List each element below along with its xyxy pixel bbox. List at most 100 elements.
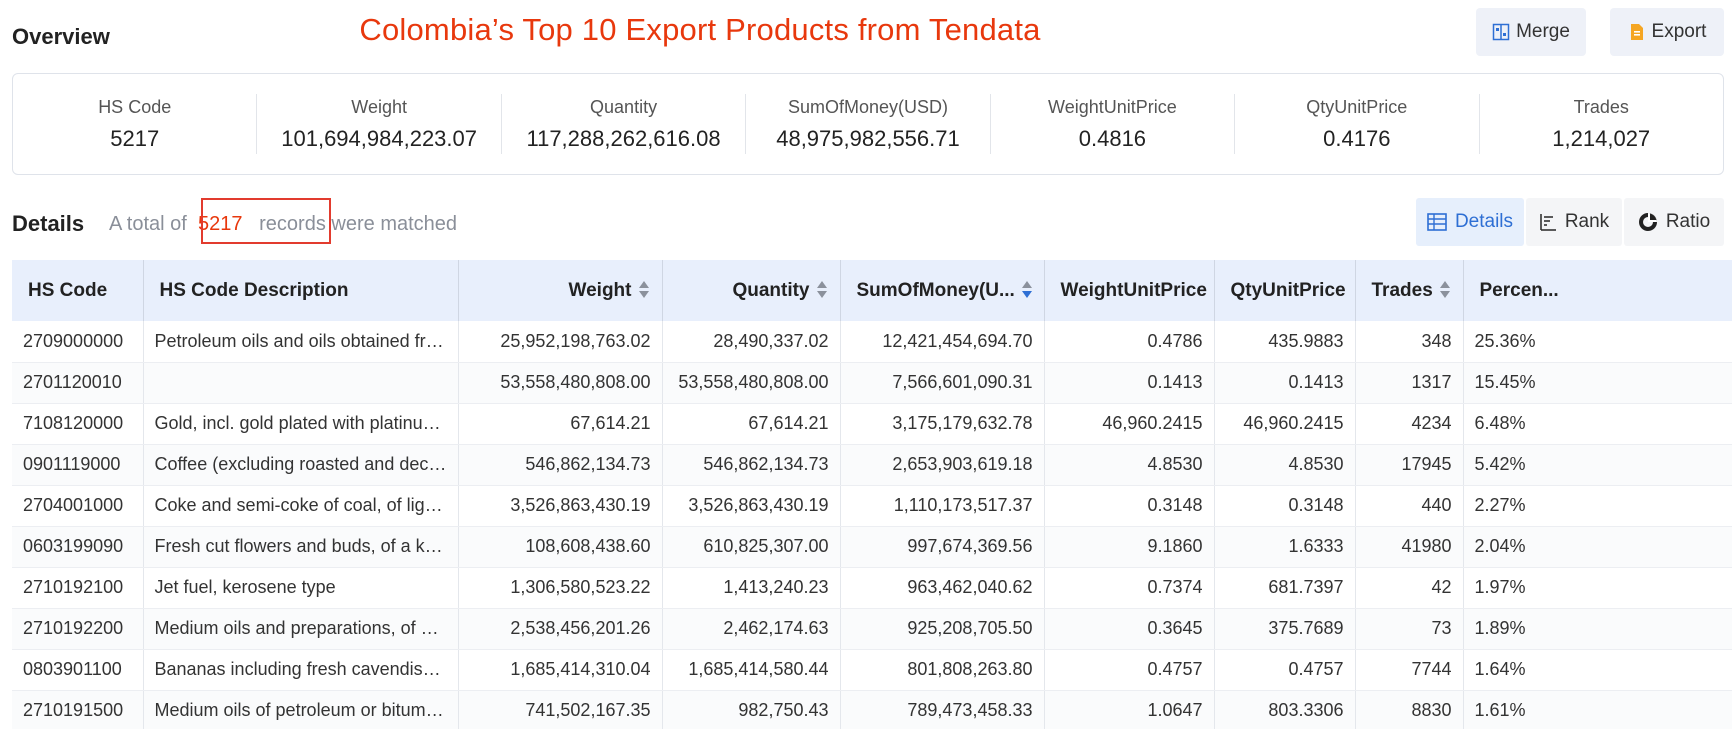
- col-weight[interactable]: Weight: [458, 260, 663, 321]
- cell-weight: 546,862,134.73: [458, 444, 663, 486]
- cell-percent: 6.48%: [1463, 403, 1732, 445]
- cell-sum-of-money: 2,653,903,619.18: [840, 444, 1045, 486]
- col-description: HS Code Description: [143, 260, 459, 321]
- cell-trades: 42: [1355, 567, 1464, 609]
- cell-sum-of-money: 789,473,458.33: [840, 690, 1045, 729]
- cell-hs-code: 7108120000: [12, 403, 144, 445]
- sort-icon[interactable]: [816, 280, 828, 300]
- cell-weight-unit-price: 9.1860: [1044, 526, 1215, 568]
- table-row[interactable]: 2701120010 53,558,480,808.00 53,558,480,80…: [12, 362, 1732, 404]
- sort-icon[interactable]: [638, 280, 650, 300]
- table-header: HS Code HS Code Description Weight Quant…: [12, 260, 1732, 321]
- details-title: Details: [12, 211, 85, 236]
- cell-weight: 3,526,863,430.19: [458, 485, 663, 527]
- cell-percent: 1.89%: [1463, 608, 1732, 650]
- cell-weight-unit-price: 0.4757: [1044, 649, 1215, 691]
- cell-sum-of-money: 7,566,601,090.31: [840, 362, 1045, 404]
- col-sum-of-money[interactable]: SumOfMoney(U...: [840, 260, 1045, 321]
- cell-hs-code: 2710191500: [12, 690, 144, 729]
- cell-weight: 53,558,480,808.00: [458, 362, 663, 404]
- cell-description: Coke and semi-coke of coal, of lignite .…: [143, 485, 459, 527]
- table-row[interactable]: 2704001000 Coke and semi-coke of coal, of…: [12, 485, 1732, 527]
- col-percent: Percen...: [1463, 260, 1732, 321]
- cell-weight: 741,502,167.35: [458, 690, 663, 729]
- records-suffix: were matched: [331, 213, 458, 235]
- banner-title: Colombia’s Top 10 Export Products from T…: [359, 12, 1041, 47]
- cell-weight: 25,952,198,763.02: [458, 321, 663, 363]
- cell-trades: 4234: [1355, 403, 1464, 445]
- cell-qty-unit-price: 1.6333: [1214, 526, 1356, 568]
- table-row[interactable]: 2710192100 Jet fuel, kerosene type 1,306,5…: [12, 567, 1732, 609]
- cell-weight: 1,685,414,310.04: [458, 649, 663, 691]
- table-row[interactable]: 2709000000 Petroleum oils and oils obtain…: [12, 321, 1732, 363]
- cell-quantity: 53,558,480,808.00: [662, 362, 841, 404]
- records-prefix: A total of: [109, 213, 187, 235]
- cell-hs-code: 0901119000: [12, 444, 144, 486]
- cell-quantity: 546,862,134.73: [662, 444, 841, 486]
- ratio-view-button[interactable]: Ratio: [1624, 198, 1724, 246]
- table-body: 2709000000 Petroleum oils and oils obtain…: [12, 321, 1732, 729]
- table-row[interactable]: 0901119000 Coffee (excluding roasted and …: [12, 444, 1732, 486]
- cell-quantity: 982,750.43: [662, 690, 841, 729]
- cell-qty-unit-price: 375.7689: [1214, 608, 1356, 650]
- cell-description: Jet fuel, kerosene type: [143, 567, 459, 609]
- cell-percent: 5.42%: [1463, 444, 1732, 486]
- cell-trades: 440: [1355, 485, 1464, 527]
- summary-label: Quantity: [590, 96, 658, 117]
- cell-weight: 1,306,580,523.22: [458, 567, 663, 609]
- col-weight-label: Weight: [568, 279, 632, 301]
- cell-qty-unit-price: 0.1413: [1214, 362, 1356, 404]
- sort-icon[interactable]: [1439, 280, 1451, 300]
- table-row[interactable]: 0603199090 Fresh cut flowers and buds, of…: [12, 526, 1732, 568]
- cell-hs-code: 2709000000: [12, 321, 144, 363]
- cell-trades: 348: [1355, 321, 1464, 363]
- rank-icon: [1540, 214, 1556, 231]
- cell-description: Gold, incl. gold plated with platinum, u…: [143, 403, 459, 445]
- summary-value: 101,694,984,223.07: [281, 125, 477, 151]
- cell-hs-code: 2710192200: [12, 608, 144, 650]
- table-icon: [1427, 213, 1447, 231]
- summary-value: 117,288,262,616.08: [526, 125, 721, 151]
- cell-sum-of-money: 963,462,040.62: [840, 567, 1045, 609]
- summary-sum-of-money: SumOfMoney(USD) 48,975,982,556.71: [746, 94, 991, 154]
- export-button[interactable]: Export: [1610, 8, 1724, 56]
- cell-weight: 67,614.21: [458, 403, 663, 445]
- summary-weight: Weight 101,694,984,223.07: [257, 94, 502, 154]
- summary-label: SumOfMoney(USD): [787, 96, 948, 117]
- summary-label: HS Code: [98, 96, 172, 117]
- cell-qty-unit-price: 0.3148: [1214, 485, 1356, 527]
- cell-qty-unit-price: 681.7397: [1214, 567, 1356, 609]
- cell-hs-code: 2710192100: [12, 567, 144, 609]
- cell-weight-unit-price: 1.0647: [1044, 690, 1215, 729]
- summary-quantity: Quantity 117,288,262,616.08: [502, 94, 747, 154]
- cell-description: Fresh cut flowers and buds, of a kind s.…: [143, 526, 459, 568]
- cell-percent: 25.36%: [1463, 321, 1732, 363]
- cell-hs-code: 2704001000: [12, 485, 144, 527]
- col-quantity[interactable]: Quantity: [662, 260, 841, 321]
- details-view-button[interactable]: Details: [1416, 198, 1524, 246]
- cell-weight-unit-price: 0.4786: [1044, 321, 1215, 363]
- cell-description: Coffee (excluding roasted and decaffei..…: [143, 444, 459, 486]
- cell-trades: 8830: [1355, 690, 1464, 729]
- table-row[interactable]: 2710191500 Medium oils of petroleum or bi…: [12, 690, 1732, 729]
- cell-weight-unit-price: 0.3148: [1044, 485, 1215, 527]
- sort-desc-icon[interactable]: [1021, 280, 1033, 300]
- cell-qty-unit-price: 0.4757: [1214, 649, 1356, 691]
- table-row[interactable]: 2710192200 Medium oils and preparations, …: [12, 608, 1732, 650]
- summary-value: 48,975,982,556.71: [776, 125, 960, 151]
- table-row[interactable]: 0803901100 Bananas including fresh cavend…: [12, 649, 1732, 691]
- cell-weight: 108,608,438.60: [458, 526, 663, 568]
- details-bar: Details A total of 5217 records were mat…: [12, 198, 1724, 248]
- cell-weight-unit-price: 4.8530: [1044, 444, 1215, 486]
- cell-weight-unit-price: 0.7374: [1044, 567, 1215, 609]
- rank-view-button[interactable]: Rank: [1526, 198, 1622, 246]
- col-qty-unit-price: QtyUnitPrice: [1214, 260, 1356, 321]
- merge-button[interactable]: Merge: [1476, 8, 1586, 56]
- cell-quantity: 610,825,307.00: [662, 526, 841, 568]
- summary-value: 0.4176: [1323, 125, 1391, 151]
- summary-label: QtyUnitPrice: [1306, 96, 1408, 117]
- col-trades[interactable]: Trades: [1355, 260, 1464, 321]
- cell-hs-code: 2701120010: [12, 362, 144, 404]
- cell-trades: 1317: [1355, 362, 1464, 404]
- table-row[interactable]: 7108120000 Gold, incl. gold plated with p…: [12, 403, 1732, 445]
